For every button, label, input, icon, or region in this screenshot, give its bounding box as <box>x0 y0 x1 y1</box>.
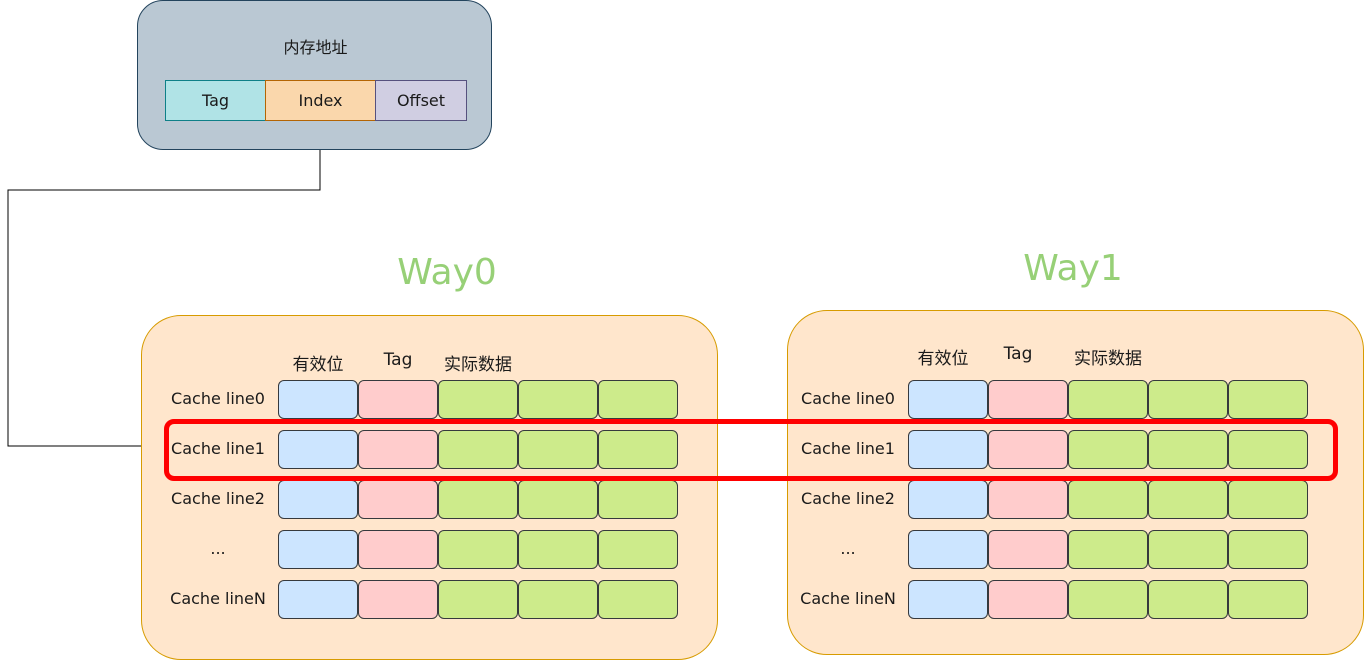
way1-row-label: ... <box>840 539 856 558</box>
address-tag-field: Tag <box>165 80 266 121</box>
memory-address-title: 内存地址 <box>283 38 348 57</box>
address-index-field: Index <box>265 80 376 121</box>
way0-data-cell <box>598 580 678 619</box>
way1-tag-cell <box>988 480 1068 519</box>
way1-valid-bit-cell <box>908 580 988 619</box>
way1-tag-cell <box>988 530 1068 569</box>
way0-title: Way0 <box>397 252 497 293</box>
way1-row-label: Cache line0 <box>801 389 895 408</box>
way0-valid-bit-cell <box>278 580 358 619</box>
way0-valid-bit-cell <box>278 480 358 519</box>
way0-row-label: Cache lineN <box>170 589 266 608</box>
way1-data-cell <box>1148 480 1228 519</box>
way0-data-cell <box>438 530 518 569</box>
way0-data-cell <box>598 380 678 419</box>
way0-data-cell <box>518 580 598 619</box>
way1-data-cell <box>1228 530 1308 569</box>
way0-tag-cell <box>358 580 438 619</box>
way0-valid-bit-cell <box>278 380 358 419</box>
way1-data-cell <box>1228 580 1308 619</box>
way0-data-cell <box>518 480 598 519</box>
way1-title: Way1 <box>1023 248 1123 289</box>
way1-tag-cell <box>988 580 1068 619</box>
way1-data-cell <box>1148 380 1228 419</box>
way1-data-cell <box>1068 580 1148 619</box>
way1-data-cell <box>1148 530 1228 569</box>
way1-data-cell <box>1068 530 1148 569</box>
way0-row-label: Cache line2 <box>171 489 265 508</box>
way1-row-label: Cache line2 <box>801 489 895 508</box>
address-offset-field: Offset <box>375 80 467 121</box>
way1-tag-cell <box>988 380 1068 419</box>
way0-data-cell <box>518 530 598 569</box>
way0-tag-cell <box>358 530 438 569</box>
way0-data-cell <box>438 380 518 419</box>
way0-data-cell <box>598 530 678 569</box>
way1-header-tag: Tag <box>1003 344 1033 364</box>
way0-data-cell <box>598 480 678 519</box>
way1-valid-bit-cell <box>908 530 988 569</box>
way1-valid-bit-cell <box>908 380 988 419</box>
way0-row-label: Cache line0 <box>171 389 265 408</box>
way0-data-cell <box>518 380 598 419</box>
way1-data-cell <box>1228 480 1308 519</box>
way1-header-data: 实际数据 <box>1074 349 1142 369</box>
way0-tag-cell <box>358 480 438 519</box>
way1-data-cell <box>1148 580 1228 619</box>
way1-row-label: Cache lineN <box>800 589 896 608</box>
way1-header-valid: 有效位 <box>917 349 969 369</box>
memory-address-box: 内存地址 Tag Index Offset <box>137 0 492 150</box>
way0-header-data: 实际数据 <box>444 355 512 375</box>
way1-data-cell <box>1228 380 1308 419</box>
way0-tag-cell <box>358 380 438 419</box>
way0-valid-bit-cell <box>278 530 358 569</box>
way0-row-label: ... <box>210 539 226 558</box>
way0-data-cell <box>438 480 518 519</box>
way1-valid-bit-cell <box>908 480 988 519</box>
way1-data-cell <box>1068 480 1148 519</box>
way1-data-cell <box>1068 380 1148 419</box>
way0-data-cell <box>438 580 518 619</box>
way0-header-tag: Tag <box>383 350 413 370</box>
highlighted-set-outline <box>164 419 1338 481</box>
way0-header-valid: 有效位 <box>292 355 344 375</box>
